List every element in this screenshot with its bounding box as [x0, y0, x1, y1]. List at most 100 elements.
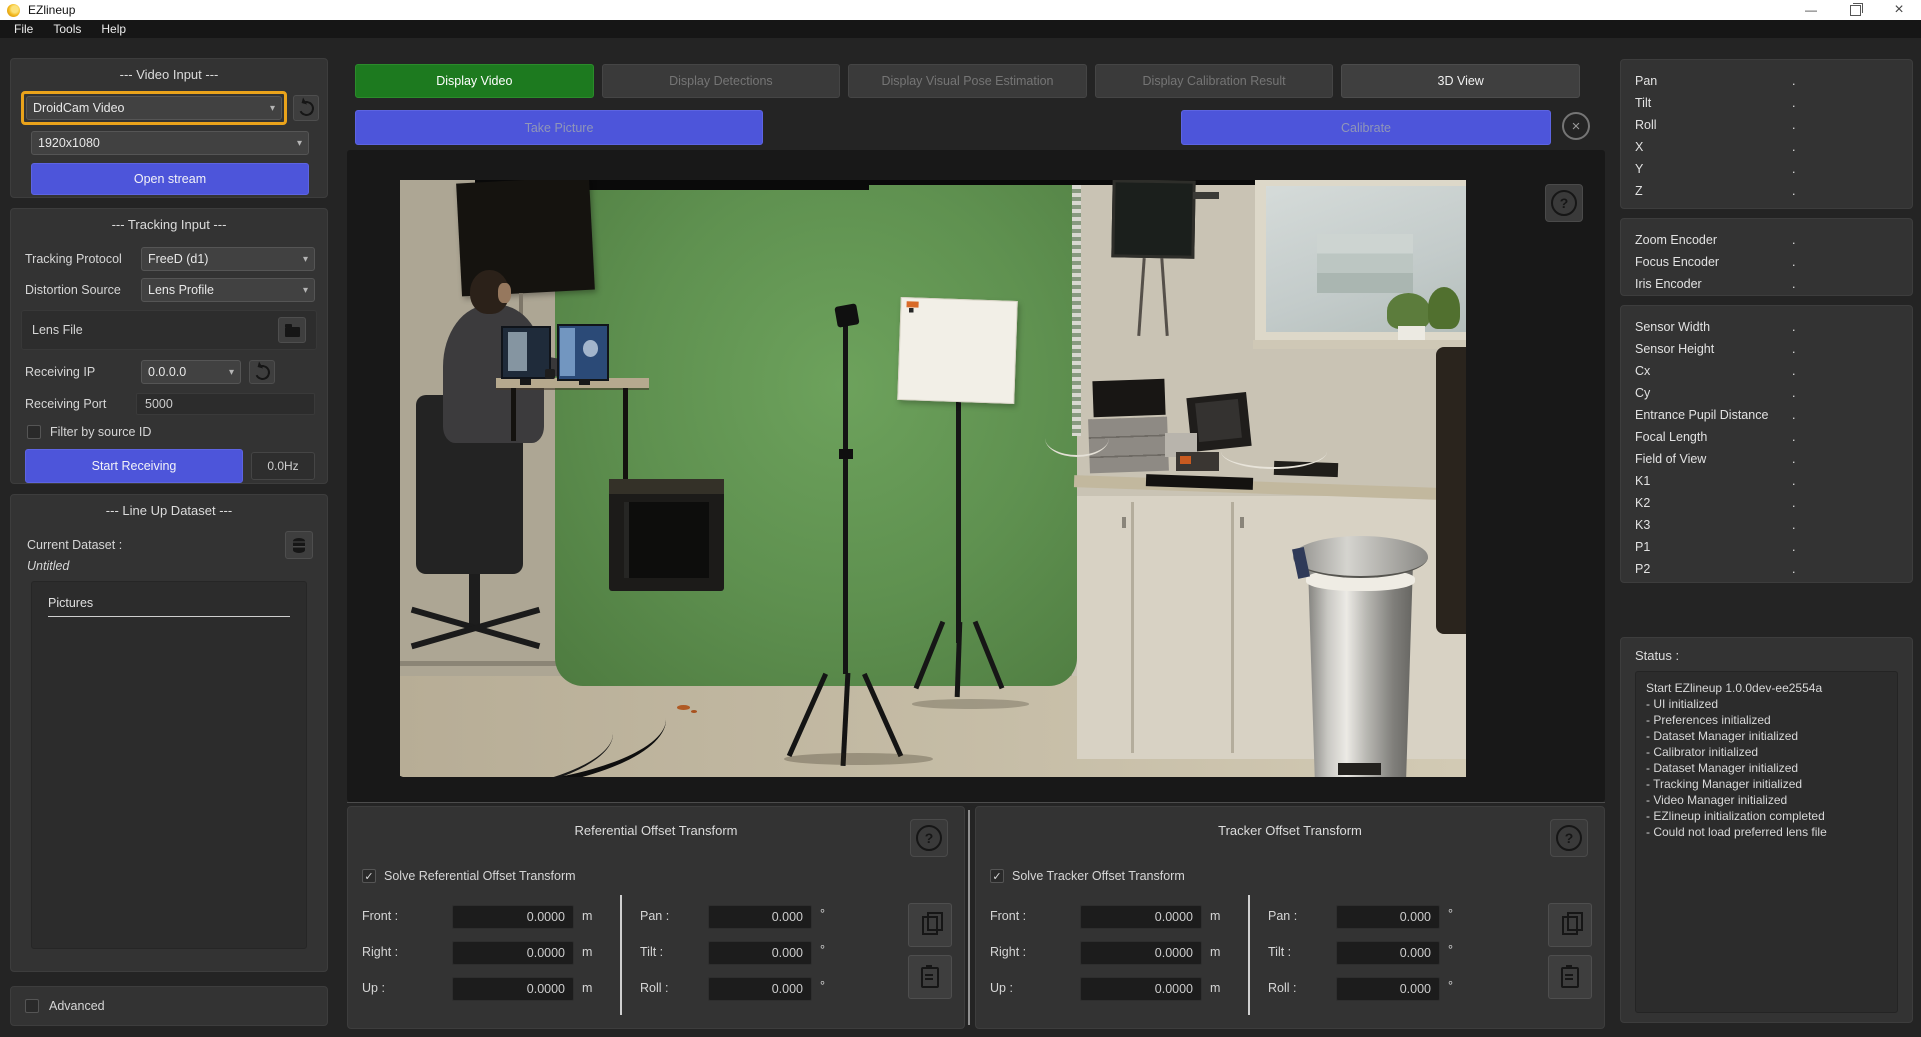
value-label: Roll: [1635, 118, 1657, 132]
tab-3d-view[interactable]: 3D View: [1341, 64, 1580, 98]
marker-board-grid: [906, 309, 1008, 397]
help-icon: ?: [1556, 825, 1582, 851]
minimize-icon: —: [1805, 3, 1817, 17]
up-label: Up :: [990, 981, 1070, 995]
tracker-help-button[interactable]: ?: [1550, 819, 1588, 857]
cabinet-handle: [1240, 517, 1244, 528]
up-input[interactable]: [452, 977, 574, 1001]
video-help-button[interactable]: ?: [1545, 184, 1583, 222]
right-input[interactable]: [1080, 941, 1202, 965]
left-sidebar: --- Video Input --- DroidCam Video ▾ 192…: [10, 44, 328, 1031]
roll-input[interactable]: [708, 977, 812, 1001]
window-plant: [1428, 287, 1460, 329]
advanced-label: Advanced: [49, 999, 105, 1013]
value-label: Field of View: [1635, 452, 1706, 466]
pose-values-panel: Pan.Tilt.Roll.X.Y.Z.: [1620, 59, 1913, 209]
copy-icon: [1562, 916, 1578, 935]
front-input[interactable]: [452, 905, 574, 929]
browse-lens-file-button[interactable]: [278, 317, 306, 343]
solve-referential-checkbox[interactable]: ✓: [362, 869, 376, 883]
tripod-shadow: [784, 753, 933, 765]
menu-tools[interactable]: Tools: [43, 20, 91, 38]
monitor-stand: [520, 379, 531, 385]
distortion-dropdown[interactable]: Lens Profile ▾: [141, 278, 315, 302]
open-stream-button[interactable]: Open stream: [31, 163, 309, 195]
status-log-line: - EZlineup initialization completed: [1646, 808, 1887, 824]
tab-display-video[interactable]: Display Video: [355, 64, 594, 98]
right-label: Right :: [990, 945, 1070, 959]
protocol-dropdown[interactable]: FreeD (d1) ▾: [141, 247, 315, 271]
video-device-dropdown[interactable]: DroidCam Video ▾: [26, 96, 282, 120]
status-panel: Status : Start EZlineup 1.0.0dev-ee2554a…: [1620, 637, 1913, 1023]
copy-transform-button[interactable]: [908, 903, 952, 947]
distortion-label: Distortion Source: [25, 283, 141, 297]
receiving-ip-dropdown[interactable]: 0.0.0.0 ▾: [141, 360, 241, 384]
start-receiving-button[interactable]: Start Receiving: [25, 449, 243, 483]
tab-display-visual-pose-estimation[interactable]: Display Visual Pose Estimation: [848, 64, 1087, 98]
pan-input[interactable]: [1336, 905, 1440, 929]
take-picture-button[interactable]: Take Picture: [355, 110, 763, 145]
filter-source-checkbox[interactable]: [27, 425, 41, 439]
wall-tv-small: [1111, 180, 1195, 258]
status-log-line: - Dataset Manager initialized: [1646, 760, 1887, 776]
resolution-dropdown[interactable]: 1920x1080 ▾: [31, 131, 309, 155]
value-readout: .: [1792, 518, 1795, 532]
up-input[interactable]: [1080, 977, 1202, 1001]
window-controls: — ×: [1789, 0, 1921, 20]
right-input[interactable]: [452, 941, 574, 965]
value-row: X.: [1635, 136, 1898, 158]
front-label: Front :: [362, 909, 442, 923]
value-label: Pan: [1635, 74, 1657, 88]
minimize-button[interactable]: —: [1789, 0, 1833, 20]
advanced-checkbox[interactable]: [25, 999, 39, 1013]
refresh-ip-button[interactable]: [249, 360, 275, 384]
dataset-manager-button[interactable]: [285, 531, 313, 559]
help-icon: ?: [1551, 190, 1577, 216]
roll-input[interactable]: [1336, 977, 1440, 1001]
tv-mount-arm: [1193, 192, 1219, 199]
current-dataset-value: Untitled: [27, 559, 311, 573]
tilt-input[interactable]: [708, 941, 812, 965]
monitor-right-panel: [560, 328, 575, 376]
window-plant: [1387, 293, 1430, 329]
value-row: Cx.: [1635, 360, 1898, 382]
menu-help[interactable]: Help: [91, 20, 136, 38]
front-input[interactable]: [1080, 905, 1202, 929]
value-label: K3: [1635, 518, 1650, 532]
menu-file[interactable]: File: [4, 20, 43, 38]
close-button[interactable]: ×: [1877, 0, 1921, 20]
receiving-port-input[interactable]: [136, 393, 315, 415]
status-log[interactable]: Start EZlineup 1.0.0dev-ee2554a- UI init…: [1635, 671, 1898, 1013]
green-screen: [555, 185, 1077, 686]
copy-transform-button[interactable]: [1548, 903, 1592, 947]
refresh-icon: [296, 98, 315, 117]
value-row: Pan.: [1635, 70, 1898, 92]
right-sidebar: Pan.Tilt.Roll.X.Y.Z. Zoom Encoder.Focus …: [1620, 38, 1913, 1037]
value-label: Zoom Encoder: [1635, 233, 1717, 247]
maximize-button[interactable]: [1833, 0, 1877, 20]
tab-display-detections[interactable]: Display Detections: [602, 64, 841, 98]
refresh-devices-button[interactable]: [293, 95, 319, 121]
solve-tracker-checkbox[interactable]: ✓: [990, 869, 1004, 883]
pan-input[interactable]: [708, 905, 812, 929]
status-log-line: - Video Manager initialized: [1646, 792, 1887, 808]
chevron-down-icon: ▾: [229, 367, 234, 378]
tripod-front-pole: [843, 310, 848, 674]
value-readout: .: [1792, 277, 1795, 291]
referential-help-button[interactable]: ?: [910, 819, 948, 857]
value-label: Y: [1635, 162, 1643, 176]
close-stream-button[interactable]: ×: [1562, 112, 1590, 140]
tab-display-calibration-result[interactable]: Display Calibration Result: [1095, 64, 1334, 98]
monitor-right-logo: [583, 340, 598, 357]
calibrate-button[interactable]: Calibrate: [1181, 110, 1551, 145]
value-readout: .: [1792, 140, 1795, 154]
cabinet-handle: [1122, 517, 1126, 528]
tilt-input[interactable]: [1336, 941, 1440, 965]
pictures-list[interactable]: Pictures: [31, 581, 307, 949]
lens-file-label: Lens File: [32, 323, 83, 337]
tripod-board-pole: [956, 398, 961, 643]
paste-transform-button[interactable]: [1548, 955, 1592, 999]
advanced-panel: Advanced: [10, 986, 328, 1026]
value-row: Sensor Width.: [1635, 316, 1898, 338]
paste-transform-button[interactable]: [908, 955, 952, 999]
